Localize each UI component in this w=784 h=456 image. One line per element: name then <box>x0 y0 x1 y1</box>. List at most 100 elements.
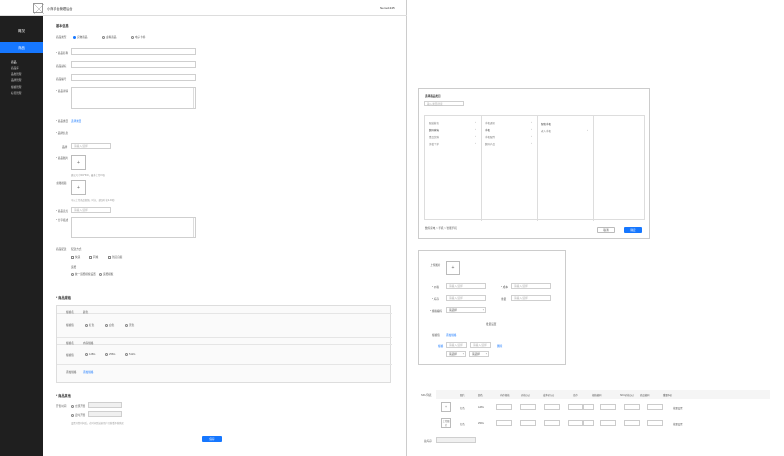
cascade-item-level2[interactable]: 手机配件 <box>485 135 495 139</box>
sidebar-subitem[interactable]: 品牌管理 <box>11 78 21 82</box>
sidebar-item-goods[interactable]: 商品 <box>0 42 43 53</box>
scrollbar[interactable] <box>192 88 196 108</box>
row-price-input[interactable] <box>496 404 512 410</box>
sidebar-subitem[interactable]: 标签管理 <box>11 91 21 95</box>
brand-input[interactable]: 请输入/选择 <box>71 143 111 149</box>
row-goods-code-input[interactable] <box>600 420 616 426</box>
row-stock-input[interactable] <box>544 404 560 410</box>
sku-select-1[interactable]: 请选择 ▾ <box>446 351 466 357</box>
row-upload-image[interactable]: 上传图片 <box>441 418 451 428</box>
row-batch-link[interactable]: 批量设置 <box>673 422 683 426</box>
spec-value-black[interactable]: 黑色 <box>125 323 134 327</box>
row-color: 红色 <box>460 407 465 410</box>
chevron-down-icon: ▾ <box>485 352 487 356</box>
goods-subtitle-input[interactable] <box>71 61 196 68</box>
delivery-pickup[interactable]: 到店自提 <box>108 255 122 259</box>
type-option-label: 电子卡券 <box>135 36 146 39</box>
row-sku-price-input[interactable] <box>582 420 594 426</box>
type-option-physical[interactable]: 实物商品 <box>73 35 87 39</box>
spec-value-white[interactable]: 白色 <box>105 323 114 327</box>
cascade-item-level2[interactable]: 手机通讯 <box>485 121 495 125</box>
delivery-local[interactable]: 同城 <box>89 255 98 259</box>
sku-stock-input[interactable]: 请输入/选择 <box>446 295 486 301</box>
cancel-button[interactable]: 取消 <box>597 227 615 233</box>
goods-code-input[interactable] <box>71 74 196 81</box>
add-spec-link[interactable]: 添加规格 <box>83 370 93 374</box>
row-weight-input[interactable] <box>624 420 640 426</box>
sku-table-header <box>436 390 770 399</box>
cascade-item-level1[interactable]: 美妆个护 <box>429 142 439 146</box>
sku-upload-button[interactable]: + <box>446 261 460 275</box>
logo-image-icon <box>33 3 45 15</box>
save-button[interactable]: 保存 <box>202 436 222 442</box>
sku-cost-input[interactable]: 请输入/选择 <box>511 283 551 289</box>
cascade-item-level1[interactable]: 数码家电 <box>429 128 439 132</box>
sku-code-label: * 规格编码 <box>430 310 443 313</box>
cascade-item-label: 数码产品 <box>485 143 496 146</box>
type-option-card[interactable]: 电子卡券 <box>131 35 145 39</box>
freight-template[interactable]: 运费模板 <box>99 272 113 276</box>
select-category-link[interactable]: 选择类目 <box>71 119 81 123</box>
row-batch-link[interactable]: 批量设置 <box>673 406 683 410</box>
sku-row-input-1[interactable]: 请输入/选择 <box>446 342 467 348</box>
sku-select-2[interactable]: 请选择 ▾ <box>469 351 489 357</box>
sku-weight-input[interactable]: 请输入/选择 <box>511 295 551 301</box>
cascade-item-level3[interactable]: 智能手机 <box>541 122 551 126</box>
row-goods-code-input[interactable] <box>600 404 616 410</box>
cascade-item-level3[interactable]: 老人手机 <box>541 129 551 133</box>
cascade-col-divider <box>593 116 594 221</box>
row-cost-input[interactable] <box>520 420 536 426</box>
sale-now-input[interactable] <box>88 402 122 408</box>
video-upload-button[interactable]: + <box>71 180 86 195</box>
sidebar-subitem[interactable]: 品类管理 <box>11 72 21 76</box>
delivery-option-label: 到店自提 <box>112 256 123 259</box>
row-extra-input[interactable] <box>647 420 663 426</box>
sidebar-subitem[interactable]: 商品库 <box>11 66 21 70</box>
row-weight-input[interactable] <box>624 404 640 410</box>
sale-time-input[interactable] <box>88 411 122 417</box>
cascade-item-label: 食品饮料 <box>429 136 440 139</box>
top-header: 小商手台管理后台 Nemo1345 <box>0 0 407 16</box>
spec-value-128g[interactable]: 128G <box>85 353 95 356</box>
cascade-item-level2[interactable]: 手机 <box>485 128 490 132</box>
sku-price-input[interactable]: 请输入/选择 <box>446 283 486 289</box>
spec-value-512g[interactable]: 512G <box>125 353 135 356</box>
freight-option-label: 运费模板 <box>103 273 114 276</box>
sidebar-item-overview[interactable]: 概况 <box>0 25 43 35</box>
total-stock-input[interactable] <box>436 437 476 443</box>
sku-add-spec-link[interactable]: 添加规格 <box>446 333 456 337</box>
type-option-virtual[interactable]: 虚拟商品 <box>102 35 116 39</box>
row-price-input[interactable] <box>496 420 512 426</box>
delivery-express[interactable]: 快递 <box>71 255 80 259</box>
row-extra-input[interactable] <box>647 404 663 410</box>
sale-now-option[interactable]: 立即开售 <box>71 404 85 408</box>
section-basic-info: 基本信息 <box>56 24 69 28</box>
spec-value-256g[interactable]: 256G <box>105 353 115 356</box>
confirm-button[interactable]: 确定 <box>624 227 642 233</box>
row-upload-button[interactable]: + <box>441 402 451 412</box>
cascade-item-level1[interactable]: 食品饮料 <box>429 135 439 139</box>
spec-value-red[interactable]: 红色 <box>85 323 94 327</box>
main-image-upload-button[interactable]: + <box>71 155 86 170</box>
sku-code-select[interactable]: 请选择 ▾ <box>446 307 486 313</box>
cascade-item-level1[interactable]: 服装鞋包 <box>429 121 439 125</box>
sku-stock-label: * 库存 <box>432 298 439 301</box>
sale-timed-option[interactable]: 定时开售 <box>71 413 85 417</box>
share-desc-textarea[interactable] <box>71 217 196 238</box>
sell-point-input[interactable]: 请输入/选择 <box>71 207 111 213</box>
scrollbar[interactable] <box>192 218 196 237</box>
sidebar-subnav: 商品 商品库 品类管理 品牌管理 规格管理 标签管理 <box>11 60 21 95</box>
row-cost-input[interactable] <box>520 404 536 410</box>
user-name[interactable]: Nemo1345 <box>380 6 395 10</box>
goods-name-input[interactable] <box>71 48 196 55</box>
row-sku-price-input[interactable] <box>582 404 594 410</box>
sidebar-subitem[interactable]: 规格管理 <box>11 85 21 89</box>
goods-intro-textarea[interactable] <box>71 87 196 109</box>
row-stock-input[interactable] <box>544 420 560 426</box>
sku-row-delete-link[interactable]: 删除 <box>497 344 502 348</box>
category-search-input[interactable]: 输入类目搜索 <box>424 101 464 106</box>
cascade-item-level2[interactable]: 数码产品 <box>485 142 495 146</box>
total-stock-label: 总库存 <box>424 440 432 443</box>
freight-unified[interactable]: 统一运费模板设置 <box>71 272 96 276</box>
sku-row-input-2[interactable]: 请输入/选择 <box>470 342 491 348</box>
